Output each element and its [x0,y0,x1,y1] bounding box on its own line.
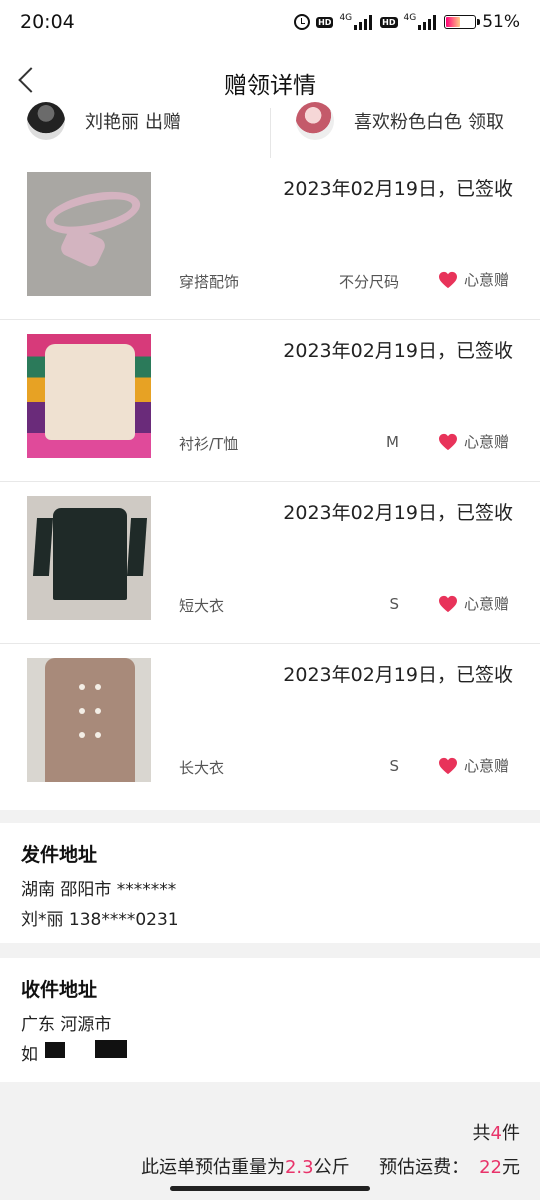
receiver-address-region: 广东 河源市 [21,1015,112,1035]
receiver-contact: 如 [21,1045,38,1065]
item-size: S [389,595,399,613]
hd-icon: HD [316,16,334,28]
item-thumbnail[interactable] [27,658,151,782]
gift-tag: 心意赠 [438,755,509,776]
item-category: 长大衣 [179,759,225,777]
heart-icon [438,271,457,288]
shipping-estimate: 此运单预估重量为2.3公斤 预估运费： 22元 [140,1157,520,1178]
gift-tag-label: 心意赠 [463,757,509,775]
signal-icon [354,14,374,30]
gift-tag: 心意赠 [438,269,509,290]
giver-avatar[interactable] [27,102,65,140]
gift-tag: 心意赠 [438,593,509,614]
parties-row: 刘艳丽 出赠 喜欢粉色白色 领取 [0,102,540,159]
item-status: 2023年02月19日，已签收 [283,340,513,362]
receiver-address-card: 收件地址 广东 河源市 如 [0,958,540,1082]
item-thumbnail[interactable] [27,496,151,620]
item-category: 穿搭配饰 [179,273,240,291]
signal-icon-2 [418,14,438,30]
battery-icon [444,15,481,29]
heart-icon [438,433,457,450]
item-category: 短大衣 [179,597,225,615]
sender-address-title: 发件地址 [21,844,98,866]
item-status: 2023年02月19日，已签收 [283,502,513,524]
battery-level [446,17,460,27]
gift-tag-label: 心意赠 [463,433,509,451]
item-category: 衬衫/T恤 [179,435,239,453]
network-type: 4G [339,13,353,23]
item-size: S [389,757,399,775]
hd-icon-2: HD [380,16,398,28]
battery-percent: 51% [482,12,520,32]
home-indicator[interactable] [170,1186,370,1191]
giver-name: 刘艳丽 [85,112,139,133]
item-thumbnail[interactable] [27,172,151,296]
list-item[interactable]: 2023年02月19日，已签收 短大衣 S 心意赠 [0,482,540,644]
item-list: 2023年02月19日，已签收 穿搭配饰 不分尺码 心意赠 2023年02月19… [0,158,540,810]
giver[interactable]: 刘艳丽 出赠 [27,102,181,158]
receiver-role: 领取 [468,112,504,133]
item-count: 共4件 [472,1123,520,1144]
sender-contact: 刘*丽 138****0231 [21,910,179,930]
gift-tag: 心意赠 [438,431,509,452]
giver-role: 出赠 [145,112,181,133]
shipping-summary: 共4件 此运单预估重量为2.3公斤 预估运费： 22元 [0,1082,540,1200]
parties-divider [270,108,271,158]
gift-tag-label: 心意赠 [463,595,509,613]
item-size: M [386,433,399,451]
sender-address-region: 湖南 邵阳市 ******* [21,880,177,900]
redaction-mark [95,1040,127,1058]
status-bar: 20:04 HD 4G HD 4G 51% [0,0,540,48]
list-item[interactable]: 2023年02月19日，已签收 长大衣 S 心意赠 [0,644,540,810]
item-thumbnail[interactable] [27,334,151,458]
heart-icon [438,595,457,612]
status-time: 20:04 [20,11,75,33]
alarm-icon [294,14,311,30]
item-status: 2023年02月19日，已签收 [283,664,513,686]
page-title: 赠领详情 [224,73,316,99]
network-type-2: 4G [403,13,417,23]
sender-address-card: 发件地址 湖南 邵阳市 ******* 刘*丽 138****0231 [0,823,540,943]
redaction-mark [45,1042,65,1058]
receiver-avatar[interactable] [296,102,334,140]
list-item[interactable]: 2023年02月19日，已签收 衬衫/T恤 M 心意赠 [0,320,540,482]
item-status: 2023年02月19日，已签收 [283,178,513,200]
status-icons: HD 4G HD 4G 51% [294,12,520,32]
receiver-address-title: 收件地址 [21,979,98,1001]
receiver[interactable]: 喜欢粉色白色 领取 [296,102,504,158]
list-item[interactable]: 2023年02月19日，已签收 穿搭配饰 不分尺码 心意赠 [0,158,540,320]
gift-tag-label: 心意赠 [463,271,509,289]
item-size: 不分尺码 [338,273,399,291]
heart-icon [438,757,457,774]
receiver-name: 喜欢粉色白色 [354,112,462,133]
